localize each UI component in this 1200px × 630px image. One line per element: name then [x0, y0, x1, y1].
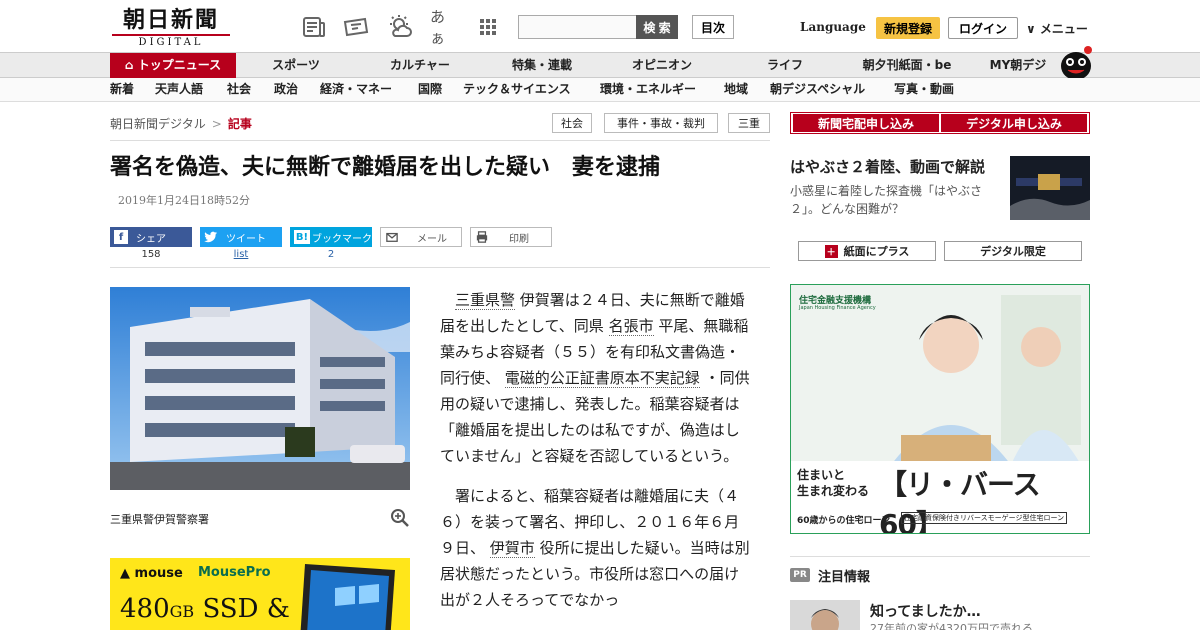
nav-item-culture[interactable]: カルチャー: [372, 53, 468, 78]
home-icon: ⌂: [124, 58, 138, 72]
article-title: 署名を偽造、夫に無断で離婚届を出した疑い 妻を逮捕: [110, 155, 661, 180]
feature-desc: 小惑星に着陸した探査機「はやぶさ２」。どんな困難が？: [790, 184, 983, 216]
nav-item-top-news[interactable]: ⌂ トップニュース: [110, 53, 236, 78]
divider: [110, 267, 770, 268]
nav-item-sports[interactable]: スポーツ: [250, 53, 342, 78]
hatena-count: 2: [327, 249, 335, 260]
pr-item-title[interactable]: 知ってましたか…: [870, 601, 981, 621]
nav-item-opinion[interactable]: オピニオン: [614, 53, 710, 78]
ad-line: MousePro: [198, 565, 271, 580]
feature-title[interactable]: はやぶさ２着陸、動画で解説: [790, 156, 985, 177]
laptop-image: [300, 564, 395, 630]
facebook-share-button[interactable]: f シェア: [110, 227, 192, 247]
keyword-link[interactable]: 名張市: [608, 317, 654, 336]
subscribe-bar: 新聞宅配申し込み デジタル申し込み: [790, 112, 1090, 134]
keyword-link[interactable]: 電磁的公正証書原本不実記録: [504, 369, 700, 388]
keyword-link[interactable]: 三重県警: [455, 291, 516, 310]
sub-nav-item[interactable]: 国際: [418, 78, 442, 101]
mail-icon: [385, 230, 399, 244]
hatena-bookmark-button[interactable]: B! ブックマーク: [290, 227, 372, 247]
logo-en: DIGITAL: [112, 34, 230, 48]
pr-thumbnail[interactable]: [790, 600, 860, 630]
sub-nav: 新着 天声人語 社会 政治 経済・マネー 国際 テック＆サイエンス 環境・エネル…: [0, 78, 1200, 102]
tab-digital-only[interactable]: デジタル限定: [944, 241, 1082, 261]
twitter-icon: [204, 230, 218, 244]
tag-incidents[interactable]: 事件・事故・裁判: [604, 113, 718, 133]
ad-sub2: 住宅融資保険付きリバースモーゲージ型住宅ローン: [901, 512, 1068, 524]
login-button[interactable]: ログイン: [948, 17, 1018, 39]
breadcrumb-current: 記事: [227, 117, 252, 131]
subscribe-digital-button[interactable]: デジタル申し込み: [941, 114, 1087, 132]
photo-caption: 三重県警伊賀警察署: [110, 513, 209, 526]
sub-nav-item[interactable]: 政治: [274, 78, 298, 101]
search-input[interactable]: [518, 15, 636, 39]
sub-nav-item[interactable]: 経済・マネー: [320, 78, 392, 101]
register-button[interactable]: 新規登録: [876, 17, 940, 39]
mail-button[interactable]: メール: [380, 227, 462, 247]
weather-icon[interactable]: [386, 14, 414, 40]
print-button[interactable]: 印刷: [470, 227, 552, 247]
article-photo[interactable]: [110, 287, 410, 490]
sub-nav-item[interactable]: テック＆サイエンス: [463, 78, 571, 101]
article-date: 2019年1月24日18時52分: [118, 194, 250, 207]
nav-item-my-asadigi[interactable]: MY朝デジ: [980, 53, 1056, 78]
breadcrumb-home[interactable]: 朝日新聞デジタル: [110, 117, 206, 131]
logo-jp: 朝日新聞: [122, 7, 219, 33]
ad-copy-area: 住まいと 生まれ変わる 【リ・バース60】 60歳からの住宅ローン 住宅融資保険付…: [791, 461, 1089, 533]
tab-paper-plus[interactable]: ＋紙面にプラス: [798, 241, 936, 261]
article-body: 三重県警 伊賀署は２４日、夫に無断で離婚届を出したとして、同県 名張市 平尾、無…: [440, 287, 750, 627]
feature-image[interactable]: [1010, 156, 1090, 220]
toc-button[interactable]: 目次: [692, 15, 734, 39]
ad-tagline: 住まいと 生まれ変わる: [797, 468, 870, 498]
twitter-list-link[interactable]: list: [200, 249, 282, 260]
mascot-icon: [1061, 46, 1092, 80]
nav-item-paper[interactable]: 朝夕刊紙面・be: [852, 53, 962, 78]
menu-button[interactable]: ∨ メニュー: [1026, 20, 1088, 37]
sub-nav-item[interactable]: 写真・動画: [894, 78, 954, 101]
divider: [110, 140, 770, 141]
ad-org-en: Japan Housing Finance Agency: [799, 305, 876, 311]
pc-advertisement[interactable]: ▲ mouse MousePro 480GB SSD &: [110, 558, 410, 630]
text-size-icon[interactable]: あぁ: [430, 8, 458, 47]
language-link[interactable]: Language: [800, 20, 866, 34]
sub-nav-item[interactable]: 地域: [724, 78, 748, 101]
ad-brand: ▲ mouse: [120, 566, 183, 581]
nav-item-features[interactable]: 特集・連載: [494, 53, 590, 78]
sub-nav-item[interactable]: 天声人語: [155, 78, 203, 101]
ad-spec: 480GB SSD &: [120, 594, 290, 624]
paper-plus-icon: ＋: [824, 244, 838, 258]
keyword-link[interactable]: 伊賀市: [489, 539, 535, 558]
breadcrumb: 朝日新聞デジタル > 記事: [110, 115, 252, 132]
subscribe-paper-button[interactable]: 新聞宅配申し込み: [793, 114, 939, 132]
printer-icon: [475, 230, 489, 244]
article-paragraph: 三重県警 伊賀署は２４日、夫に無断で離婚届を出したとして、同県 名張市 平尾、無…: [440, 291, 750, 465]
sub-nav-item[interactable]: 環境・エネルギー: [600, 78, 696, 101]
nav-item-life[interactable]: ライフ: [740, 53, 830, 78]
tag-mie[interactable]: 三重: [728, 113, 770, 133]
sub-nav-item[interactable]: 社会: [227, 78, 251, 101]
facebook-icon: f: [114, 230, 128, 244]
ticket-icon[interactable]: [342, 14, 370, 40]
main-nav: ⌂ トップニュース スポーツ カルチャー 特集・連載 オピニオン ライフ 朝夕刊…: [0, 52, 1200, 78]
zoom-in-icon[interactable]: [390, 508, 410, 528]
article-paragraph: 署によると、稲葉容疑者は離婚届に夫（４６）を装って署名、押印し、２０１６年６月９…: [440, 487, 750, 609]
twitter-share-button[interactable]: ツイート: [200, 227, 282, 247]
divider: [790, 556, 1090, 557]
ad-photo: [791, 285, 1089, 465]
pr-badge: PR: [790, 568, 810, 582]
jhf-advertisement[interactable]: 住宅金融支援機構 Japan Housing Finance Agency 住ま…: [790, 284, 1090, 534]
apps-grid-icon[interactable]: [474, 14, 502, 40]
ad-sub1: 60歳からの住宅ローン: [797, 516, 891, 526]
pr-item-desc: 27年前の家が4320万円で売れる: [870, 622, 1033, 630]
pr-section-title: 注目情報: [818, 570, 871, 585]
facebook-count: 158: [141, 249, 161, 260]
sub-nav-item[interactable]: 新着: [110, 78, 134, 101]
hatena-icon: B!: [294, 230, 310, 244]
breadcrumb-separator: >: [211, 117, 222, 131]
site-logo[interactable]: 朝日新聞 DIGITAL: [112, 8, 230, 48]
search-button[interactable]: 検 索: [636, 15, 678, 39]
tag-society[interactable]: 社会: [552, 113, 592, 133]
sub-nav-item[interactable]: 朝デジスペシャル: [770, 78, 865, 101]
newspaper-icon[interactable]: [300, 14, 328, 40]
